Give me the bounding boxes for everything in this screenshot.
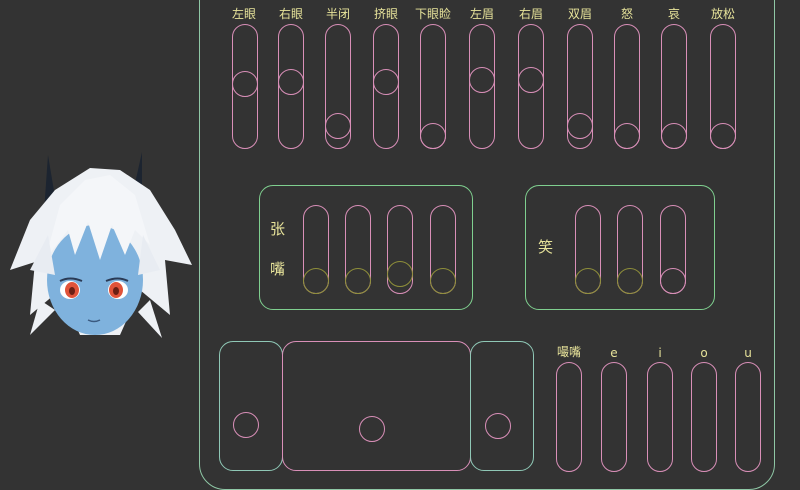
label-right-eye: 右眼 xyxy=(278,7,303,21)
slider-mouth-open-4[interactable] xyxy=(430,205,456,294)
label-sad: 哀 xyxy=(667,7,680,21)
slider-smile-1[interactable] xyxy=(575,205,601,294)
mouth-open-label-1: 张 xyxy=(270,220,286,238)
vowel-i-label: i xyxy=(658,346,662,360)
slider-knob[interactable] xyxy=(373,69,399,95)
label-squint: 挤眼 xyxy=(373,7,398,21)
slider-left-eye[interactable] xyxy=(232,24,258,149)
label-left-brow: 左眉 xyxy=(469,7,494,21)
slider-vowel-o[interactable] xyxy=(691,362,717,472)
mouth-pad-right[interactable] xyxy=(470,341,534,471)
mouth-pad-left-knob[interactable] xyxy=(233,412,259,438)
label-relax: 放松 xyxy=(710,7,735,21)
slider-sad[interactable] xyxy=(661,24,687,149)
slider-knob[interactable] xyxy=(710,123,736,149)
slider-knob[interactable] xyxy=(430,268,456,294)
slider-knob[interactable] xyxy=(420,123,446,149)
slider-right-brow[interactable] xyxy=(518,24,544,149)
label-right-brow: 右眉 xyxy=(518,7,543,21)
slider-right-eye[interactable] xyxy=(278,24,304,149)
pout-label: 嘬嘴 xyxy=(557,345,582,359)
label-left-eye: 左眼 xyxy=(231,7,256,21)
slider-squint[interactable] xyxy=(373,24,399,149)
slider-knob[interactable] xyxy=(614,123,640,149)
vowel-o-label: o xyxy=(700,346,708,360)
slider-mouth-open-2[interactable] xyxy=(345,205,371,294)
slider-knob[interactable] xyxy=(325,113,351,139)
mouth-pad-center-knob[interactable] xyxy=(359,416,385,442)
vowel-u-label: u xyxy=(744,346,752,360)
mouth-pad-left[interactable] xyxy=(219,341,283,471)
slider-lower-eyelid[interactable] xyxy=(420,24,446,149)
vowel-e-label: e xyxy=(610,346,618,360)
slider-knob[interactable] xyxy=(387,261,413,287)
label-half-close: 半闭 xyxy=(325,7,350,21)
slider-knob[interactable] xyxy=(661,123,687,149)
slider-knob[interactable] xyxy=(303,268,329,294)
slider-relax[interactable] xyxy=(710,24,736,149)
label-both-brows: 双眉 xyxy=(567,7,592,21)
slider-knob[interactable] xyxy=(518,67,544,93)
slider-knob[interactable] xyxy=(232,71,258,97)
slider-left-brow[interactable] xyxy=(469,24,495,149)
smile-label: 笑 xyxy=(538,238,554,256)
slider-mouth-open-3[interactable] xyxy=(387,205,413,294)
slider-knob[interactable] xyxy=(660,268,686,294)
slider-smile-2[interactable] xyxy=(617,205,643,294)
slider-half-close[interactable] xyxy=(325,24,351,149)
slider-smile-3[interactable] xyxy=(660,205,686,294)
slider-knob[interactable] xyxy=(278,69,304,95)
slider-mouth-open-1[interactable] xyxy=(303,205,329,294)
slider-both-brows[interactable] xyxy=(567,24,593,149)
slider-knob[interactable] xyxy=(567,113,593,139)
slider-angry[interactable] xyxy=(614,24,640,149)
avatar-illustration xyxy=(10,152,192,338)
mouth-pad-center[interactable] xyxy=(282,341,471,471)
slider-vowel-i[interactable] xyxy=(647,362,673,472)
slider-knob[interactable] xyxy=(617,268,643,294)
slider-knob[interactable] xyxy=(469,67,495,93)
slider-knob[interactable] xyxy=(575,268,601,294)
slider-vowel-u[interactable] xyxy=(735,362,761,472)
label-lower-eyelid: 下眼睑 xyxy=(414,7,451,21)
slider-knob[interactable] xyxy=(345,268,371,294)
slider-pout[interactable] xyxy=(556,362,582,472)
avatar xyxy=(0,150,200,350)
mouth-open-label-2: 嘴 xyxy=(270,260,286,278)
mouth-pad-right-knob[interactable] xyxy=(485,413,511,439)
label-angry: 怒 xyxy=(620,7,633,21)
slider-vowel-e[interactable] xyxy=(601,362,627,472)
